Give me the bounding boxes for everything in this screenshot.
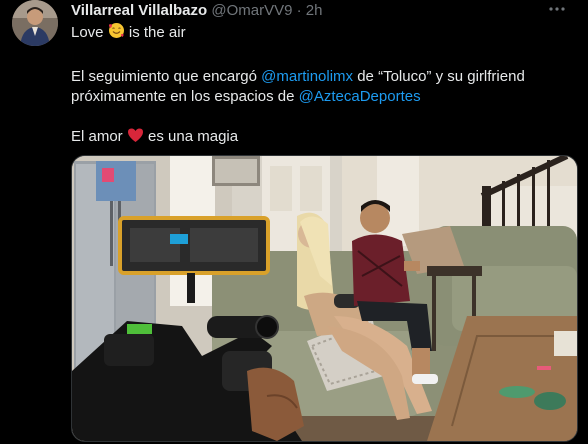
smiling-face-with-hearts-icon (108, 22, 125, 45)
author-handle[interactable]: @OmarVV9 (211, 2, 292, 19)
avatar[interactable] (12, 0, 58, 46)
tweet-text: Love is the air El seguimiento que encar… (71, 22, 571, 149)
author-name[interactable]: Villarreal Villalbazo (71, 2, 207, 19)
mention-aztecadeportes[interactable]: @AztecaDeportes (299, 88, 421, 105)
text-love: Love (71, 24, 104, 41)
tweet[interactable]: Villarreal Villalbazo @OmarVV9 · 2h Love… (0, 0, 588, 444)
text-proximamente: próximamente en los espacios de (71, 88, 295, 105)
red-heart-icon (127, 127, 144, 149)
mention-martinolimx[interactable]: @martinolimx (261, 68, 353, 85)
text-el-amor: El amor (71, 128, 123, 145)
tweet-header: Villarreal Villalbazo @OmarVV9 · 2h (71, 2, 322, 20)
text-line-3: próximamente en los espacios de @AztecaD… (71, 87, 571, 107)
text-line-2: El seguimiento que encargó @martinolimx … (71, 67, 571, 87)
text-line-4: El amor es una magia (71, 127, 571, 149)
tweet-media-image[interactable] (71, 155, 578, 442)
separator-dot: · (296, 2, 302, 19)
timestamp[interactable]: 2h (306, 2, 323, 19)
text-line-1: Love is the air (71, 22, 571, 45)
text-is-the-air: is the air (128, 24, 186, 41)
text-magia: es una magia (148, 128, 239, 145)
text-seguimiento: El seguimiento que encargó (71, 68, 257, 85)
behind-the-scenes-photo (72, 156, 577, 441)
text-toluco: de “Toluco” y su girlfriend (357, 68, 525, 85)
more-horizontal-icon[interactable] (548, 0, 566, 23)
